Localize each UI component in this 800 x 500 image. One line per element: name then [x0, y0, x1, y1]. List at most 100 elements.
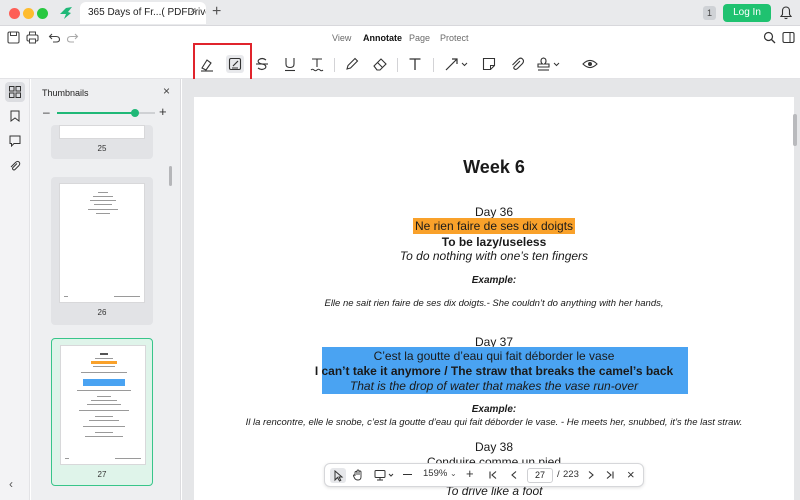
thumbnail-text-line [81, 372, 127, 373]
arrow-line-icon [445, 58, 468, 71]
paperclip-icon [512, 57, 525, 70]
annotation-toolbar [0, 49, 800, 79]
thumbnail-image [59, 125, 145, 139]
thumbnail-text-line [93, 196, 113, 197]
view-mode-button[interactable] [374, 469, 396, 484]
previous-page-button[interactable] [508, 469, 520, 484]
redo-icon[interactable] [66, 31, 79, 44]
select-tool-button[interactable] [330, 468, 346, 483]
comments-panel-button[interactable] [5, 131, 25, 151]
strikethrough-icon [256, 57, 268, 71]
thumbnail-zoom-out-button[interactable]: – [43, 105, 50, 119]
hand-icon [352, 469, 362, 481]
zoom-level-select[interactable]: 159% ⌄ [423, 468, 457, 479]
next-page-button[interactable] [585, 469, 597, 484]
undo-icon[interactable] [48, 31, 61, 44]
save-icon[interactable] [7, 31, 20, 44]
thumbnail-zoom-handle[interactable] [131, 109, 139, 117]
page-number-input[interactable]: 27 [527, 468, 553, 483]
pencil-tool[interactable] [343, 55, 361, 73]
day-36-phrase-row: Ne rien faire de ses dix doigts [194, 218, 794, 234]
day-36-example-label: Example: [471, 275, 517, 286]
new-tab-button[interactable]: + [212, 3, 221, 21]
day-37-example: Il la rencontre, elle le snobe, c’est la… [245, 417, 743, 428]
strikethrough-tool[interactable] [253, 55, 271, 73]
first-page-icon [489, 471, 497, 479]
day-36-meaning: To be lazy/useless [441, 235, 547, 249]
zoom-out-button[interactable] [403, 474, 412, 475]
eraser-tool[interactable] [371, 55, 389, 73]
chevron-right-icon [588, 471, 594, 479]
thumbnail-text-line [87, 404, 121, 405]
thumbnail-zoom-slider[interactable] [57, 109, 155, 117]
login-button[interactable]: Log In [723, 4, 771, 22]
hide-annotations-tool[interactable] [581, 55, 599, 73]
text-t-icon [409, 58, 421, 70]
thumbnail-text-line [100, 353, 108, 355]
collapse-panel-button[interactable]: ‹ [9, 477, 13, 491]
thumbnail-text-line [91, 400, 117, 401]
eraser-icon [373, 58, 387, 71]
thumbnail-page-27[interactable]: 27 [51, 338, 153, 486]
document-tab-title: 365 Days of Fr...( PDFDrive ) * [88, 7, 206, 18]
toolbar-divider [433, 58, 434, 72]
close-window-button[interactable] [9, 8, 20, 19]
thumbnail-zoom-in-button[interactable]: + [159, 104, 167, 119]
tab-protect[interactable]: Protect [440, 33, 469, 43]
day-36-phrase-highlighted[interactable]: Ne rien faire de ses dix doigts [412, 218, 576, 234]
toolbar-divider [334, 58, 335, 72]
thumbnail-text-line [89, 420, 119, 421]
first-page-button[interactable] [487, 469, 499, 484]
stamp-icon [537, 57, 560, 71]
tab-annotate[interactable]: Annotate [363, 33, 402, 43]
presentation-icon [374, 470, 394, 481]
arrow-shape-tool[interactable] [443, 55, 469, 73]
thumbnail-text-line [64, 296, 68, 297]
document-tab[interactable]: 365 Days of Fr...( PDFDrive ) * [80, 2, 206, 24]
zoom-level-value: 159% [423, 468, 448, 479]
bookmarks-panel-button[interactable] [5, 106, 25, 126]
attachment-tool[interactable] [508, 55, 526, 73]
pdf-page: Week 6 Day 36 Ne rien faire de ses dix d… [194, 97, 794, 500]
thumbnails-panel-button[interactable] [5, 82, 25, 102]
underline-tool[interactable] [281, 55, 299, 73]
close-navigation-button[interactable]: × [627, 467, 635, 482]
thumbnail-text-line [95, 358, 113, 359]
close-thumbnails-icon[interactable]: × [163, 84, 170, 98]
thumbnail-page-26[interactable]: 26 [51, 177, 153, 325]
document-scrollbar[interactable] [793, 114, 797, 146]
thumbnail-highlight [91, 361, 117, 364]
day-37-phrase: C’est la goutte d’eau qui fait déborder … [373, 349, 615, 363]
title-bar: 365 Days of Fr...( PDFDrive ) * × + 1 Lo… [0, 0, 800, 26]
tab-view[interactable]: View [332, 33, 351, 43]
thumbnail-image [60, 345, 146, 465]
zoom-in-button[interactable]: + [466, 466, 474, 481]
thumbnail-page-25[interactable]: 25 [51, 125, 153, 159]
squiggly-tool[interactable] [308, 55, 326, 73]
grid-icon [9, 86, 21, 98]
tab-page[interactable]: Page [409, 33, 430, 43]
attachments-panel-button[interactable] [5, 156, 25, 176]
day-37-example-label: Example: [471, 404, 517, 415]
minimize-window-button[interactable] [23, 8, 34, 19]
thumbnail-text-line [96, 213, 110, 214]
notification-bell-icon[interactable] [780, 6, 792, 20]
thumbnail-text-line [83, 426, 125, 427]
sidebar-toggle-icon[interactable] [782, 31, 795, 44]
thumbnail-text-line [85, 436, 123, 437]
thumbnail-scrollbar[interactable] [169, 166, 172, 186]
last-page-button[interactable] [604, 469, 616, 484]
selected-tool-focus-frame [193, 43, 252, 83]
tab-close-icon[interactable]: × [190, 5, 196, 17]
print-icon[interactable] [26, 31, 39, 44]
day-36-title: Day 36 [474, 205, 514, 219]
sticky-note-tool[interactable] [480, 55, 498, 73]
bookmark-icon [10, 110, 20, 122]
paperclip-icon [10, 160, 21, 171]
search-icon[interactable] [763, 31, 776, 44]
zoom-window-button[interactable] [37, 8, 48, 19]
hand-tool-button[interactable] [352, 469, 364, 484]
stamp-tool[interactable] [536, 55, 562, 73]
text-tool[interactable] [406, 55, 424, 73]
thumbnail-text-line [90, 200, 116, 201]
